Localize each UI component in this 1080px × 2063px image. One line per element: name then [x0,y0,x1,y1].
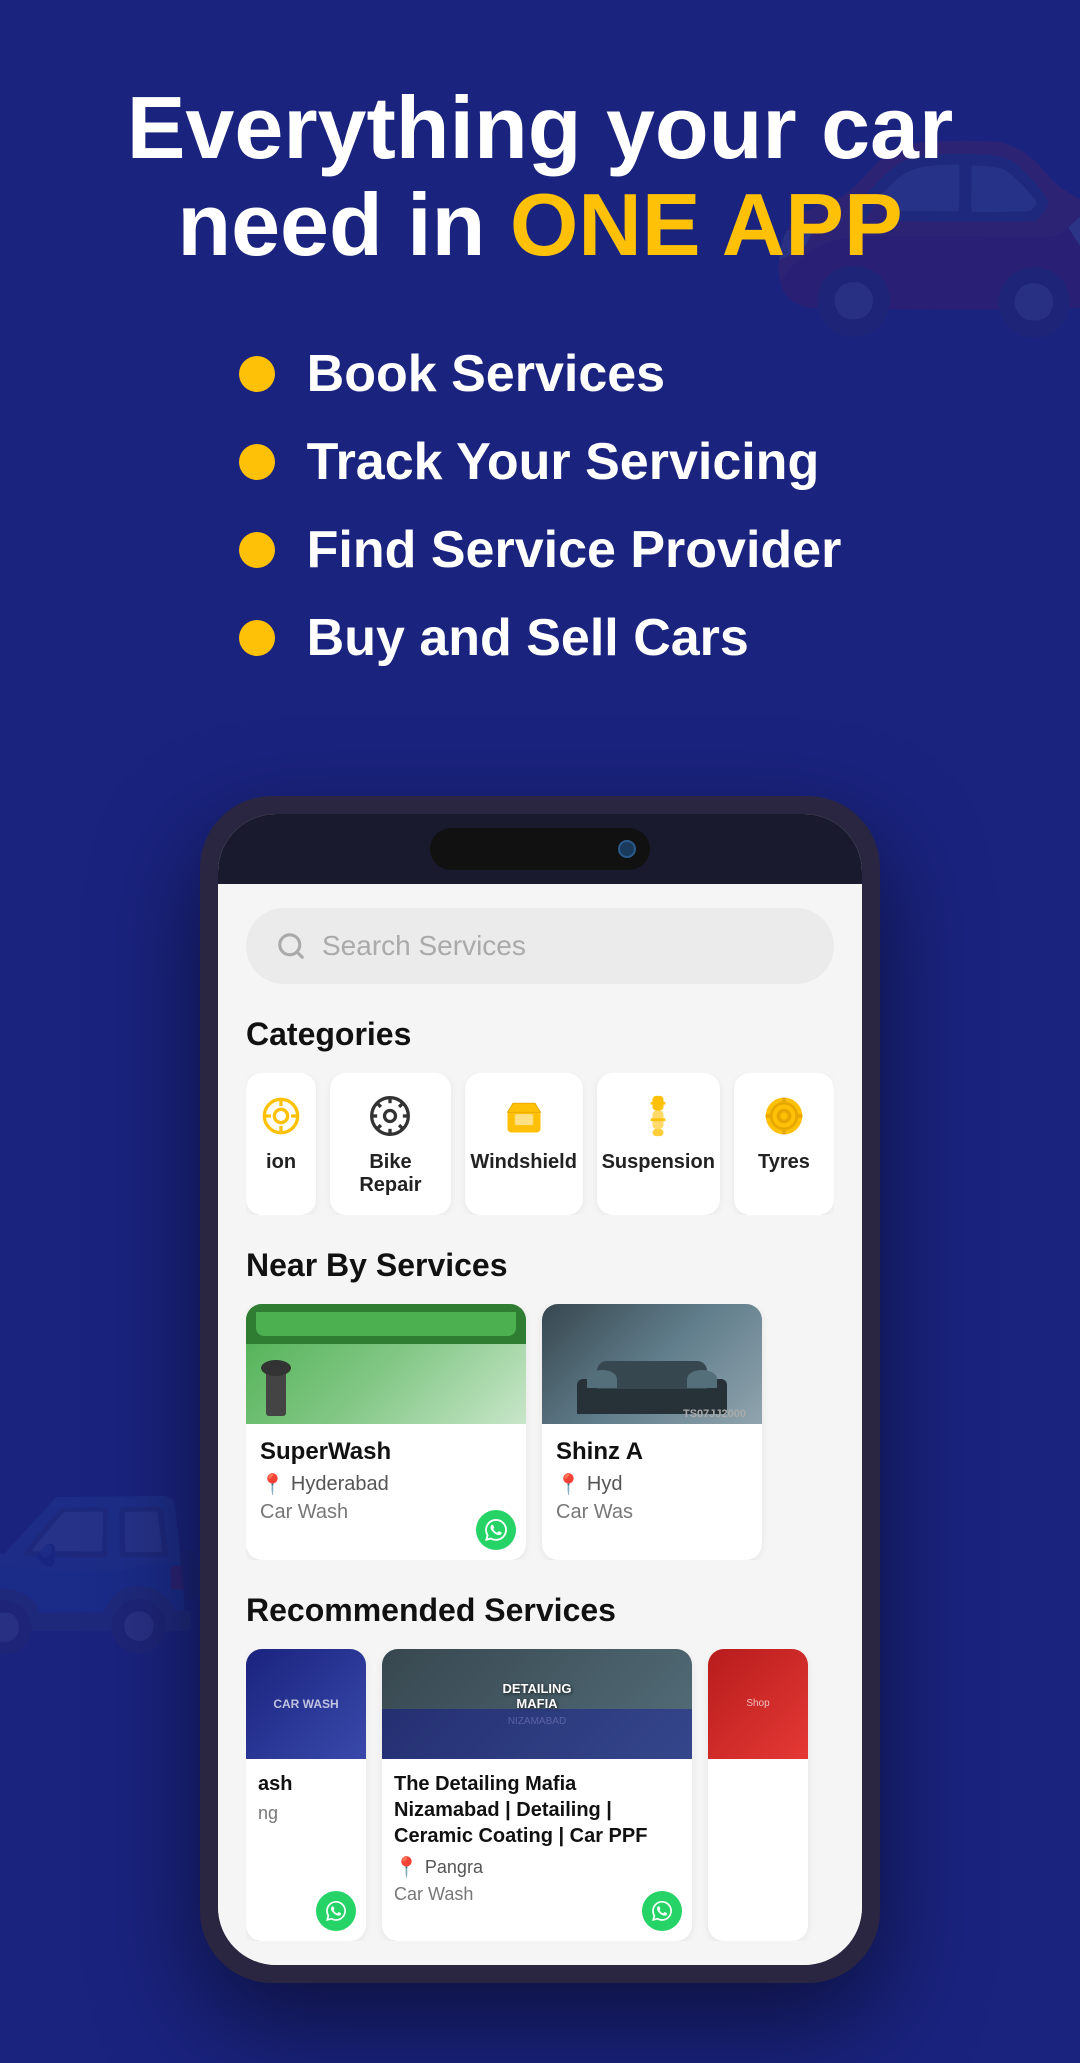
category-item-partial[interactable]: ion [246,1073,316,1215]
category-item-windshield[interactable]: Windshield [465,1073,583,1215]
nearby-title: Near By Services [246,1247,834,1284]
shinz-name: Shinz A [556,1438,748,1466]
location-pin-icon: 📍 [260,1472,285,1497]
superwash-image [246,1304,526,1424]
bullet-4 [239,620,275,656]
rec-location-pin: 📍 [394,1855,419,1880]
rec-detailing-location: 📍 Pangra [394,1855,680,1880]
shinz-location: 📍 Hyd [556,1472,748,1497]
rec-card-body-right [708,1759,808,1807]
rec-card-partial-left[interactable]: CAR WASH ash ng [246,1649,366,1941]
phone-notch-bar [218,814,862,884]
rec-detailing-name: The Detailing Mafia Nizamabad | Detailin… [394,1771,680,1849]
phone-mockup: Search Services Categories [200,796,880,1983]
categories-title: Categories [246,1016,834,1053]
rec-card-img-right: Shop [708,1649,808,1759]
superwash-name: SuperWash [260,1438,512,1466]
categories-row: ion [246,1073,834,1215]
category-item-bike-repair[interactable]: Bike Repair [330,1073,451,1215]
rec-detailing-img: DETAILINGMAFIA NIZAMABAD [382,1649,692,1759]
shinz-image: TS07JJ2000 [542,1304,762,1424]
tyres-label: Tyres [758,1151,810,1174]
superwash-type: Car Wash [260,1501,512,1524]
feature-item-3: Find Service Provider [239,520,842,580]
bullet-1 [239,356,275,392]
feature-item-4: Buy and Sell Cars [239,608,842,668]
whatsapp-button-partial[interactable] [316,1891,356,1931]
rec-card-detailing[interactable]: DETAILINGMAFIA NIZAMABAD The Detailing M… [382,1649,692,1941]
rec-partial-name: ash [258,1771,354,1797]
search-placeholder: Search Services [322,930,526,962]
category-item-tyres[interactable]: Tyres [734,1073,834,1215]
feature-item-1: Book Services [239,344,842,404]
nearby-row: SuperWash 📍 Hyderabad Car Wash [246,1304,834,1560]
app-content: Search Services Categories [218,884,862,1965]
phone-section: Search Services Categories [0,756,1080,2063]
whatsapp-button-detailing[interactable] [642,1891,682,1931]
hero-title-line1: Everything your car [127,78,954,177]
shinz-body: Shinz A 📍 Hyd Car Was [542,1424,762,1560]
recommended-row: CAR WASH ash ng [246,1649,834,1941]
feature-item-2: Track Your Servicing [239,432,842,492]
partial-category-label: ion [266,1151,296,1174]
bullet-2 [239,444,275,480]
search-bar[interactable]: Search Services [246,908,834,984]
windshield-icon [499,1091,549,1141]
category-item-suspension[interactable]: Suspension [597,1073,720,1215]
whatsapp-button-1[interactable] [476,1510,516,1550]
bullet-3 [239,532,275,568]
hero-title-line2: need in [177,175,510,274]
service-card-shinz[interactable]: TS07JJ2000 Shinz A 📍 Hyd Car Was [542,1304,762,1560]
suspension-label: Suspension [602,1151,715,1174]
service-card-superwash[interactable]: SuperWash 📍 Hyderabad Car Wash [246,1304,526,1560]
rec-detailing-type: Car Wash [394,1884,680,1905]
suspension-icon [633,1091,683,1141]
bike-repair-icon [365,1091,415,1141]
hero-section: Everything your car need in ONE APP Book… [0,0,1080,756]
tyres-icon [759,1091,809,1141]
hero-title: Everything your car need in ONE APP [60,80,1020,274]
shinz-type: Car Was [556,1501,748,1524]
superwash-location: 📍 Hyderabad [260,1472,512,1497]
location-pin-icon-2: 📍 [556,1472,581,1497]
partial-category-icon [256,1091,306,1141]
search-icon [276,931,306,961]
phone-camera [618,840,636,858]
hero-title-highlight: ONE APP [510,175,903,274]
phone-notch [430,828,650,870]
features-list: Book Services Track Your Servicing Find … [239,344,842,696]
phone-inner: Search Services Categories [218,814,862,1965]
rec-card-body-partial: ash ng [246,1759,366,1860]
rec-card-img-partial: CAR WASH [246,1649,366,1759]
recommended-title: Recommended Services [246,1592,834,1629]
bike-repair-label: Bike Repair [344,1151,437,1197]
rec-card-partial-right[interactable]: Shop [708,1649,808,1941]
windshield-label: Windshield [470,1151,576,1174]
